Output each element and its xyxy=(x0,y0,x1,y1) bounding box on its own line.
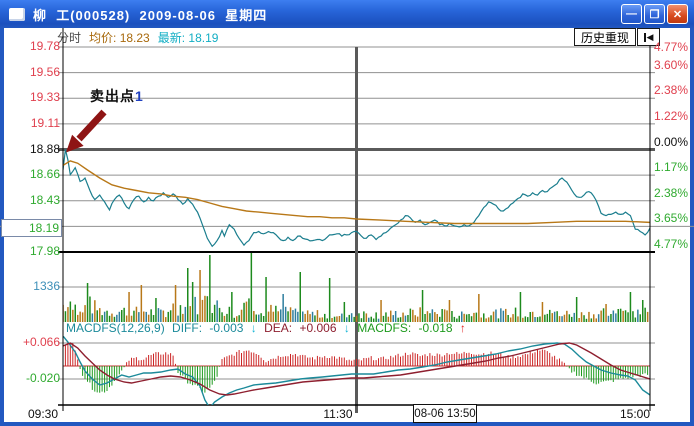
price-axis-label: 19.56 xyxy=(2,65,60,79)
app-icon xyxy=(9,8,25,21)
window-border-bottom xyxy=(0,422,694,426)
history-replay-button[interactable]: 历史重现 xyxy=(574,28,636,46)
crosshair-time-box: 08-06 13:50 xyxy=(413,404,477,423)
dea-label: DEA: xyxy=(264,321,292,335)
price-axis-label: 17.98 xyxy=(2,244,60,258)
minimize-button[interactable]: — xyxy=(621,4,642,24)
percent-axis-label: 3.65% xyxy=(654,211,688,225)
price-axis-label: 19.78 xyxy=(2,39,60,53)
price-axis-label: 18.66 xyxy=(2,167,60,181)
dea-down-arrow-icon: ↓ xyxy=(344,321,350,335)
volume-axis-label: 1336 xyxy=(2,279,60,293)
price-axis-label: 19.11 xyxy=(2,116,60,130)
app-window: 柳 工(000528) 2009-08-06 星期四 — ❐ ✕ 分时 均价: … xyxy=(0,0,694,426)
avg-price-label: 均价: 18.23 xyxy=(89,29,150,46)
macd-hist-value: -0.018 xyxy=(419,321,453,335)
price-axis-label: 18.43 xyxy=(2,193,60,207)
time-axis-label: 11:30 xyxy=(293,407,353,421)
left-arrow-to-bar-icon xyxy=(644,33,646,42)
percent-axis-label: 4.77% xyxy=(654,237,688,251)
percent-axis-label: 0.00% xyxy=(654,135,688,149)
macd-indicator-row: MACDFS(12,26,9) DIFF: -0.003 ↓ DEA: +0.0… xyxy=(66,321,470,335)
intraday-chart-canvas[interactable] xyxy=(0,0,694,426)
dea-value: +0.006 xyxy=(299,321,336,335)
close-button[interactable]: ✕ xyxy=(667,4,688,24)
macd-up-arrow-icon: ↑ xyxy=(460,321,466,335)
time-axis-label: 15:00 xyxy=(590,407,650,421)
macd-name: MACDFS(12,26,9) xyxy=(66,321,165,335)
window-border-right xyxy=(690,28,694,426)
time-axis-label: 09:30 xyxy=(28,407,58,421)
macd-hist-label: MACDFS: xyxy=(357,321,411,335)
last-price-label: 最新: 18.19 xyxy=(158,29,219,46)
diff-label: DIFF: xyxy=(172,321,202,335)
mode-label: 分时 xyxy=(57,29,81,46)
percent-axis-label: 2.38% xyxy=(654,186,688,200)
sell-point-arrow-icon xyxy=(66,112,104,153)
macd-axis-label-low: -0.020 xyxy=(2,371,60,385)
price-axis-label: 19.33 xyxy=(2,90,60,104)
percent-axis-label: 2.38% xyxy=(654,83,688,97)
price-axis-label: 18.88 xyxy=(2,142,60,156)
diff-down-arrow-icon: ↓ xyxy=(251,321,257,335)
titlebar: 柳 工(000528) 2009-08-06 星期四 — ❐ ✕ xyxy=(0,0,694,28)
diff-value: -0.003 xyxy=(209,321,243,335)
percent-axis-label: 3.60% xyxy=(654,58,688,72)
window-title: 柳 工(000528) 2009-08-06 星期四 xyxy=(33,5,267,24)
sell-point-annotation: 卖出点1 xyxy=(90,86,144,106)
percent-axis-label: 1.22% xyxy=(654,109,688,123)
macd-axis-label-high: +0.066 xyxy=(2,335,60,349)
percent-axis-label: 4.77% xyxy=(654,40,688,54)
current-price-label: 18.19 xyxy=(1,219,62,237)
percent-axis-label: 1.17% xyxy=(654,160,688,174)
maximize-button[interactable]: ❐ xyxy=(644,4,665,24)
